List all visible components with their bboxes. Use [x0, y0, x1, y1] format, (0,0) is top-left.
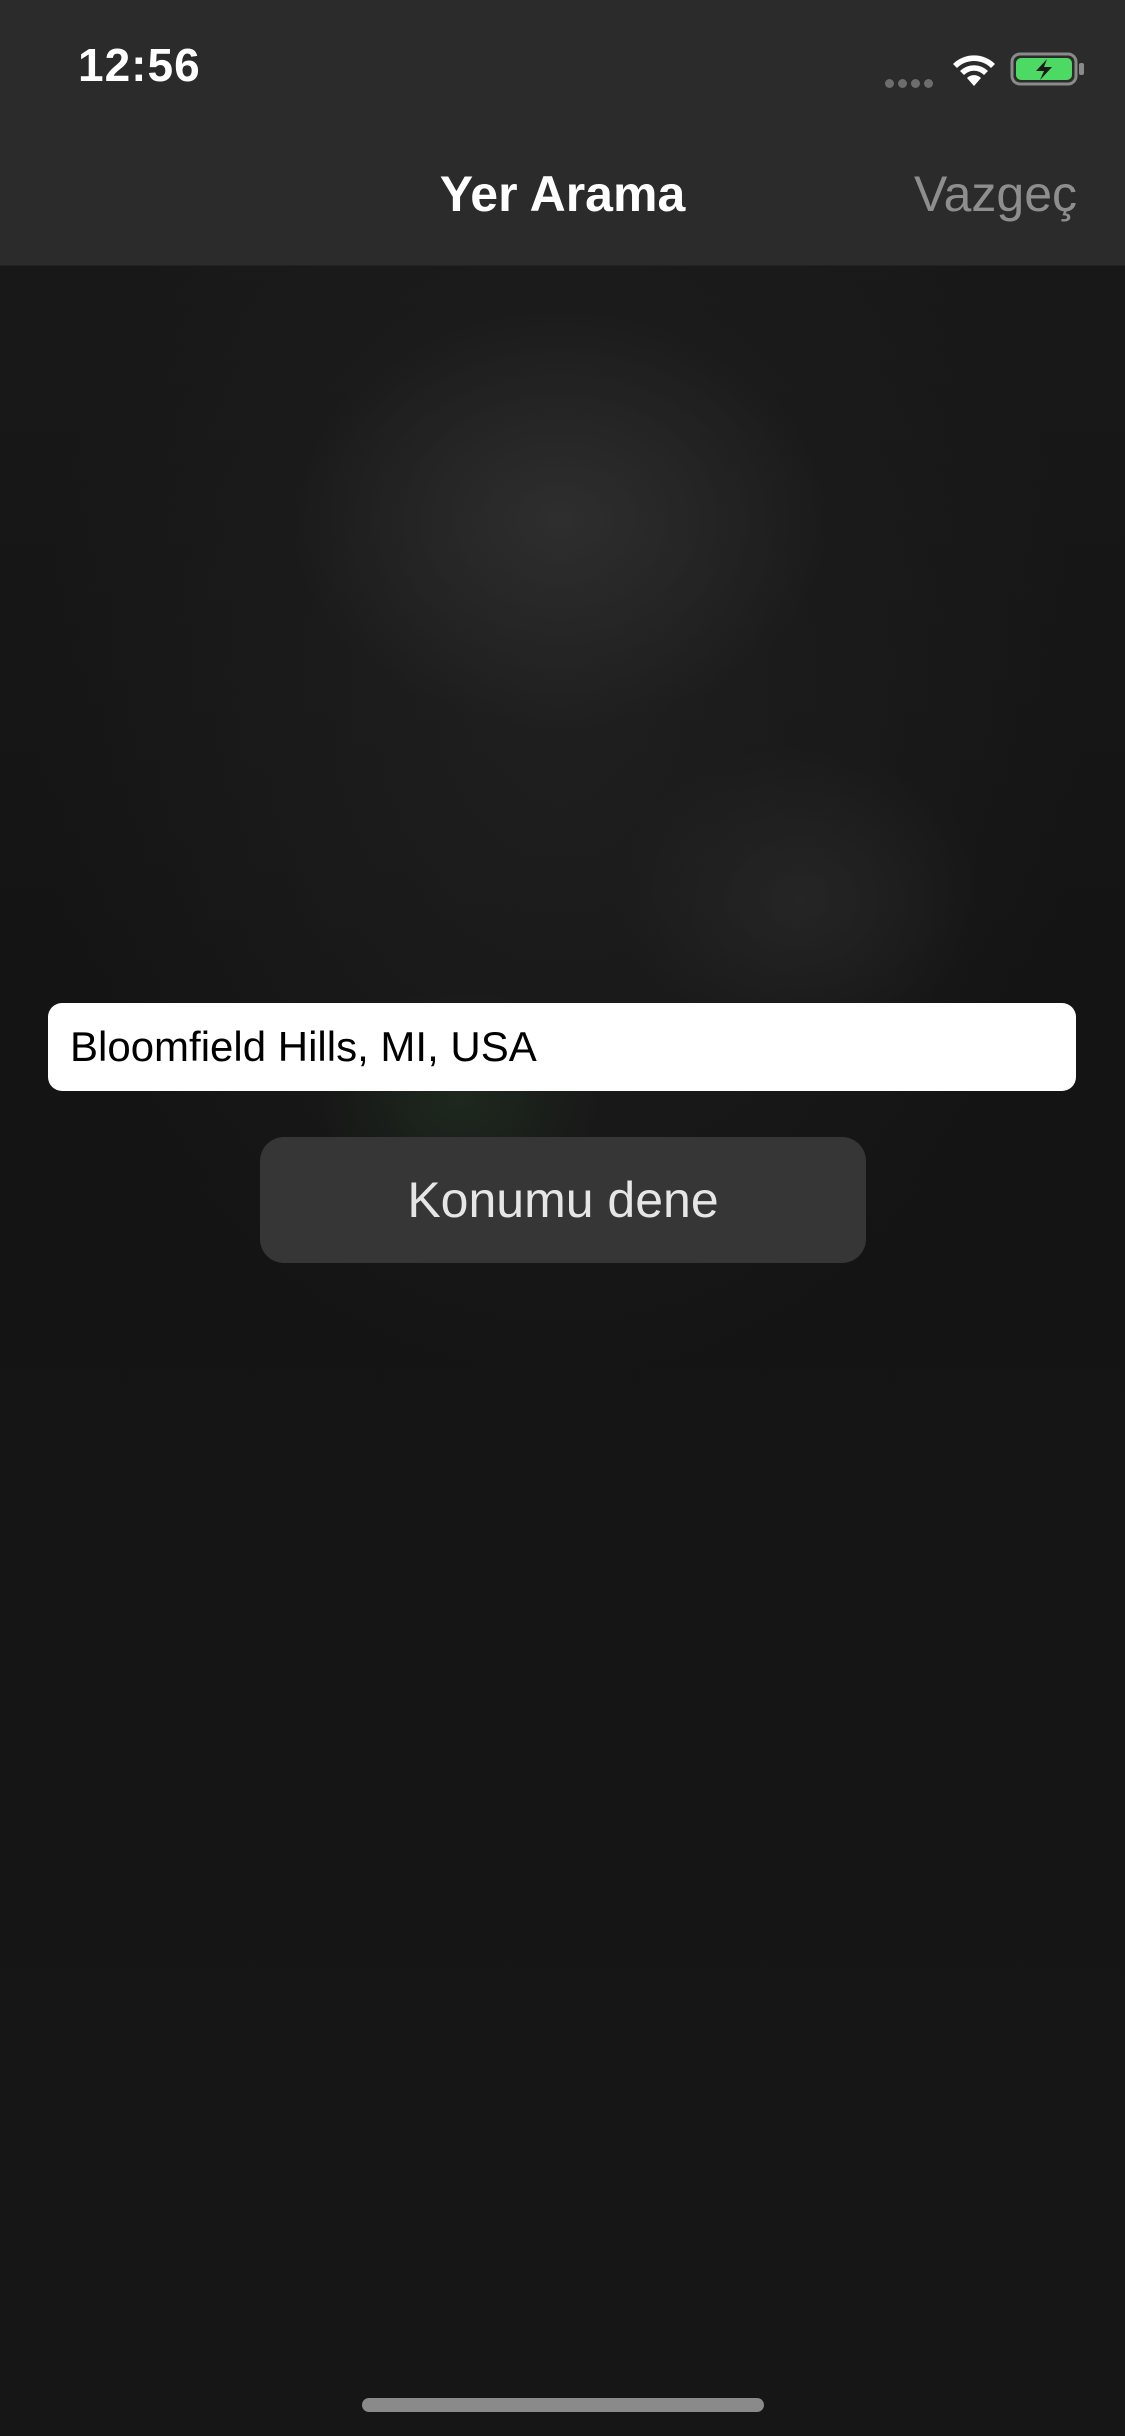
screen: 12:56 Yer Arama Vazgeç Konumu dene — [0, 0, 1125, 2436]
battery-charging-icon — [1010, 52, 1084, 86]
status-time: 12:56 — [78, 39, 201, 91]
signal-dots-icon — [885, 75, 937, 88]
cancel-button[interactable]: Vazgeç — [914, 165, 1077, 223]
location-search-input[interactable] — [48, 1003, 1076, 1091]
home-indicator[interactable] — [362, 2398, 764, 2412]
wifi-icon — [953, 55, 995, 86]
try-location-button[interactable]: Konumu dene — [260, 1137, 866, 1263]
navigation-bar: Yer Arama Vazgeç — [0, 135, 1125, 266]
status-bar: 12:56 — [0, 0, 1125, 135]
